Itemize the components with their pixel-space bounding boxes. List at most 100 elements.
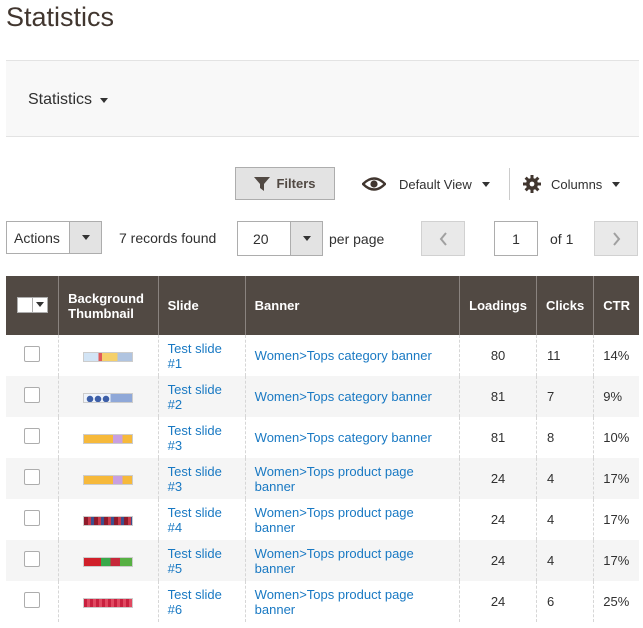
row-checkbox[interactable]	[24, 428, 41, 444]
row-select-cell	[6, 540, 59, 581]
page-title: Statistics	[6, 2, 115, 32]
gear-icon	[523, 175, 541, 193]
slide-cell: Test slide #5	[157, 540, 246, 581]
mass-select-checkbox[interactable]	[16, 296, 48, 313]
banner-link[interactable]: Women>Tops category banner	[255, 430, 432, 445]
column-header-banner[interactable]: Banner	[244, 276, 460, 335]
statistics-switcher-label: Statistics	[28, 91, 93, 108]
chevron-down-icon	[35, 302, 44, 307]
default-view-dropdown[interactable]: Default View	[362, 170, 490, 198]
slide-link[interactable]: Test slide #2	[168, 382, 222, 412]
filters-label: Filters	[276, 176, 316, 191]
thumbnail-cell	[58, 335, 159, 376]
background-thumbnail	[83, 433, 134, 444]
background-thumbnail	[83, 392, 134, 403]
next-page-button[interactable]	[594, 221, 638, 256]
column-header-slide[interactable]: Slide	[157, 276, 246, 335]
row-checkbox[interactable]	[24, 387, 41, 403]
ctr-cell: 10%	[593, 417, 639, 458]
ctr-cell: 25%	[593, 581, 639, 622]
columns-dropdown[interactable]: Columns	[523, 170, 621, 198]
loadings-cell: 24	[459, 581, 537, 622]
mass-select-header	[6, 276, 59, 335]
table-row[interactable]: Test slide #3 Women>Tops product page ban…	[6, 458, 639, 499]
slide-link[interactable]: Test slide #6	[168, 587, 222, 617]
column-header-ctr[interactable]: CTR	[593, 276, 639, 335]
previous-page-button[interactable]	[421, 221, 465, 256]
row-select-cell	[6, 335, 59, 376]
banner-cell: Women>Tops product page banner	[244, 458, 460, 499]
table-row[interactable]: Test slide #5 Women>Tops product page ban…	[6, 540, 639, 581]
mass-select-box[interactable]	[18, 297, 33, 312]
columns-label: Columns	[551, 176, 603, 192]
slide-link[interactable]: Test slide #3	[168, 464, 222, 494]
default-view-label: Default View	[399, 176, 472, 192]
clicks-cell: 11	[535, 335, 594, 376]
slide-cell: Test slide #2	[157, 376, 246, 417]
row-select-cell	[6, 376, 59, 417]
banner-cell: Women>Tops product page banner	[244, 540, 460, 581]
slide-cell: Test slide #4	[157, 499, 246, 540]
background-thumbnail	[83, 556, 134, 567]
page-number-input[interactable]	[494, 221, 538, 256]
thumbnail-cell	[58, 376, 159, 417]
thumbnail-cell	[58, 458, 159, 499]
records-count: 7 records found	[119, 230, 217, 246]
slide-cell: Test slide #1	[157, 335, 246, 376]
table-row[interactable]: Test slide #2 Women>Tops category banner 8…	[6, 376, 639, 417]
slide-link[interactable]: Test slide #3	[168, 423, 222, 453]
row-select-cell	[6, 581, 59, 622]
banner-cell: Women>Tops category banner	[244, 376, 460, 417]
table-header-row: Background Thumbnail Slide Banner Loadin…	[6, 276, 639, 335]
row-checkbox[interactable]	[24, 510, 41, 526]
chevron-down-icon	[100, 97, 109, 103]
banner-cell: Women>Tops product page banner	[244, 499, 460, 540]
banner-link[interactable]: Women>Tops product page banner	[255, 505, 414, 535]
chevron-left-icon	[439, 231, 447, 246]
per-page-select[interactable]: 20	[237, 221, 323, 256]
row-checkbox[interactable]	[24, 469, 41, 485]
row-checkbox[interactable]	[24, 592, 41, 608]
table-row[interactable]: Test slide #3 Women>Tops category banner 8…	[6, 417, 639, 458]
loadings-cell: 80	[459, 335, 537, 376]
banner-link[interactable]: Women>Tops category banner	[255, 389, 432, 404]
filters-button[interactable]: Filters	[235, 167, 335, 200]
background-thumbnail	[83, 351, 134, 362]
chevron-down-icon	[302, 236, 311, 241]
toolbar-divider	[509, 168, 510, 200]
table-row[interactable]: Test slide #1 Women>Tops category banner 8…	[6, 335, 639, 376]
clicks-cell: 7	[535, 376, 594, 417]
slide-link[interactable]: Test slide #5	[168, 546, 222, 576]
slide-link[interactable]: Test slide #1	[168, 341, 222, 371]
table-row[interactable]: Test slide #4 Women>Tops product page ban…	[6, 499, 639, 540]
per-page-toggle[interactable]	[290, 222, 322, 255]
row-checkbox[interactable]	[24, 346, 41, 362]
column-header-loadings[interactable]: Loadings	[459, 276, 537, 335]
slide-link[interactable]: Test slide #4	[168, 505, 222, 535]
statistics-switcher[interactable]: Statistics	[28, 91, 109, 109]
column-header-clicks[interactable]: Clicks	[535, 276, 594, 335]
row-checkbox[interactable]	[24, 551, 41, 567]
page-total: of 1	[550, 231, 574, 247]
thumbnail-cell	[58, 499, 159, 540]
ctr-cell: 17%	[593, 499, 639, 540]
banner-link[interactable]: Women>Tops product page banner	[255, 464, 414, 494]
actions-dropdown-toggle[interactable]	[69, 222, 101, 253]
mass-select-toggle[interactable]	[33, 298, 47, 312]
loadings-cell: 81	[459, 417, 537, 458]
table-row[interactable]: Test slide #6 Women>Tops product page ban…	[6, 581, 639, 622]
actions-dropdown[interactable]: Actions	[6, 221, 102, 254]
banner-link[interactable]: Women>Tops product page banner	[255, 546, 414, 576]
column-header-thumbnail[interactable]: Background Thumbnail	[58, 276, 159, 335]
eye-icon	[362, 177, 386, 191]
chevron-right-icon	[612, 231, 620, 246]
row-select-cell	[6, 417, 59, 458]
ctr-cell: 14%	[593, 335, 639, 376]
background-thumbnail	[83, 515, 134, 526]
ctr-cell: 17%	[593, 540, 639, 581]
row-select-cell	[6, 458, 59, 499]
banner-link[interactable]: Women>Tops category banner	[255, 348, 432, 363]
actions-label: Actions	[14, 229, 60, 246]
clicks-cell: 4	[535, 540, 594, 581]
banner-link[interactable]: Women>Tops product page banner	[255, 587, 414, 617]
